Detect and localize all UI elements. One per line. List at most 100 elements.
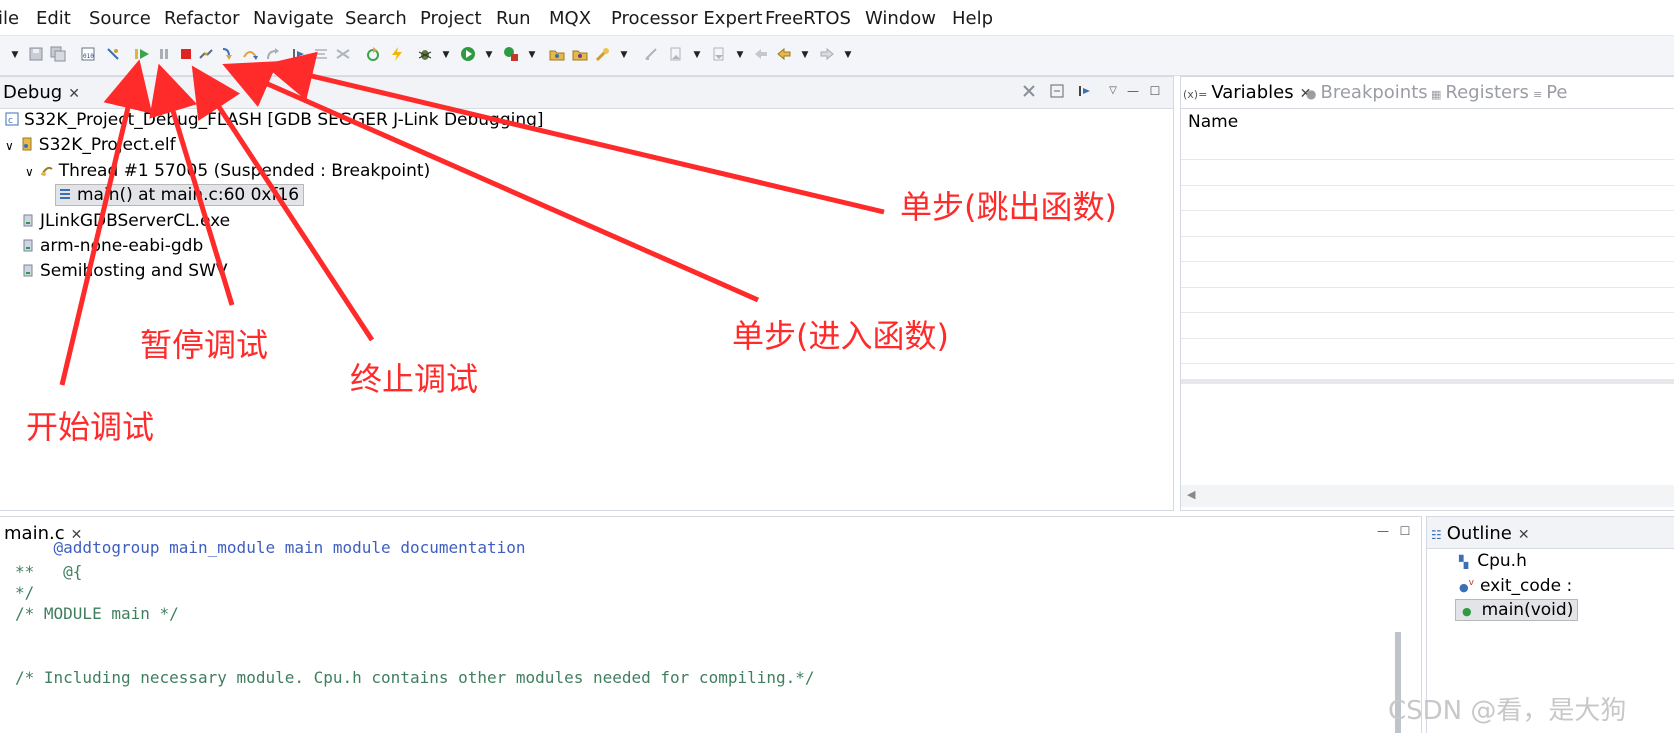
annotation-pause: 暂停调试 <box>140 326 269 364</box>
connect-icon[interactable] <box>104 46 122 64</box>
code-line[interactable]: @addtogroup main_module main module docu… <box>15 538 526 557</box>
maximize-icon[interactable]: ☐ <box>1397 523 1413 539</box>
tab-breakpoints[interactable]: ● Breakpoints <box>1306 82 1428 103</box>
memory-icon[interactable]: 010 <box>79 46 97 64</box>
elf-icon <box>22 137 32 151</box>
annotation-prev2-icon[interactable] <box>710 46 728 64</box>
restart-icon[interactable] <box>364 46 382 64</box>
csdn-watermark: CSDN @看，是大狗 <box>1388 696 1627 726</box>
launch-config-icon: c <box>5 112 19 126</box>
code-line[interactable]: ** @{ <box>15 562 82 581</box>
code-line[interactable]: /* Including necessary module. Cpu.h con… <box>15 668 815 687</box>
save-all-icon[interactable] <box>49 46 67 64</box>
elf-label: S32K_Project.elf <box>38 135 176 155</box>
forward-dropdown-icon[interactable]: ▼ <box>843 46 853 64</box>
tab-registers[interactable]: ▦ Registers <box>1431 82 1529 103</box>
process-node[interactable]: JLinkGDBServerCL.exe <box>21 211 230 231</box>
launch-node[interactable]: c S32K_Project_Debug_FLASH [GDB SEGGER J-… <box>5 110 544 130</box>
tab-variables[interactable]: (x)= Variables ✕ <box>1183 82 1311 103</box>
drop-to-frame-icon[interactable] <box>290 46 308 64</box>
process-icon <box>23 264 33 277</box>
tab-peripherals[interactable]: ≡ Pe <box>1533 82 1568 103</box>
process-node[interactable]: arm-none-eabi-gdb <box>21 236 203 256</box>
step-filter-icon[interactable] <box>334 46 352 64</box>
debug-icon[interactable] <box>416 46 434 64</box>
save-icon[interactable] <box>27 46 45 64</box>
resume-icon[interactable] <box>133 46 151 64</box>
annotation-step-into: 单步(进入函数) <box>732 317 949 355</box>
annotation-next-icon[interactable] <box>667 46 685 64</box>
tab-registers-label: Registers <box>1445 82 1529 103</box>
menu-project[interactable]: Project <box>420 8 482 29</box>
menu-edit[interactable]: Edit <box>36 8 71 29</box>
variables-icon: (x)= <box>1183 88 1208 101</box>
open-task-icon[interactable] <box>571 46 589 64</box>
annotation-prev-icon[interactable] <box>642 46 660 64</box>
code-line[interactable]: /* MODULE main */ <box>15 604 179 623</box>
search-icon[interactable] <box>594 46 612 64</box>
menu-source[interactable]: Source <box>89 8 151 29</box>
annotation-prev-dropdown-icon[interactable]: ▼ <box>735 46 745 64</box>
open-type-icon[interactable] <box>548 46 566 64</box>
instruction-stepping-icon[interactable] <box>312 46 330 64</box>
menu-processor-expert[interactable]: Processor Expert <box>611 8 762 29</box>
view-menu-icon[interactable]: ▽ <box>1105 83 1121 99</box>
process-node[interactable]: Semihosting and SWV <box>21 261 228 281</box>
menu-freertos[interactable]: FreeRTOS <box>765 8 851 29</box>
elf-node[interactable]: ∨ S32K_Project.elf <box>5 135 176 155</box>
thread-node[interactable]: ∨ Thread #1 57005 (Suspended : Breakpoint… <box>25 161 430 181</box>
tab-outline[interactable]: ☷ Outline ✕ <box>1431 523 1530 544</box>
selected-stack-frame[interactable]: main() at main.c:60 0xf16 <box>55 184 305 206</box>
step-into-selection-icon[interactable] <box>1077 83 1093 99</box>
last-edit-icon[interactable] <box>752 46 770 64</box>
menu-run[interactable]: Run <box>496 8 531 29</box>
scroll-left-icon[interactable]: ◀ <box>1187 488 1195 501</box>
outline-item[interactable]: ▚ Cpu.h <box>1459 551 1527 571</box>
selected-outline-item[interactable]: ● main(void) <box>1455 599 1579 621</box>
chevron-down-icon[interactable]: ∨ <box>25 165 34 179</box>
chevron-down-icon[interactable]: ∨ <box>5 139 14 153</box>
run-dropdown-icon[interactable]: ▼ <box>484 46 494 64</box>
menu-file[interactable]: ile <box>0 8 19 29</box>
external-tools-icon[interactable] <box>502 46 520 64</box>
menu-help[interactable]: Help <box>952 8 993 29</box>
step-over-icon[interactable] <box>241 46 259 64</box>
minimize-icon[interactable]: — <box>1375 523 1391 539</box>
details-sash[interactable] <box>1181 379 1674 384</box>
collapse-all-icon[interactable] <box>1049 83 1065 99</box>
menu-search[interactable]: Search <box>345 8 407 29</box>
debug-view-tab-row: Debug ✕ ▽ — ☐ <box>0 77 1173 109</box>
stack-frame-node[interactable]: main() at main.c:60 0xf16 <box>55 184 305 206</box>
menu-window[interactable]: Window <box>865 8 936 29</box>
flash-icon[interactable] <box>388 46 406 64</box>
back-icon[interactable] <box>775 46 793 64</box>
menu-refactor[interactable]: Refactor <box>164 8 240 29</box>
outline-item[interactable]: ●v exit_code : <box>1459 576 1572 596</box>
close-icon[interactable]: ✕ <box>1518 527 1530 543</box>
annotation-next-dropdown-icon[interactable]: ▼ <box>692 46 702 64</box>
suspend-icon[interactable] <box>155 46 173 64</box>
search-dropdown-icon[interactable]: ▼ <box>619 46 629 64</box>
step-return-icon[interactable] <box>263 46 281 64</box>
external-tools-dropdown-icon[interactable]: ▼ <box>527 46 537 64</box>
minimize-icon[interactable]: — <box>1125 83 1141 99</box>
tab-debug[interactable]: Debug ✕ <box>3 82 80 103</box>
column-header-name[interactable]: Name <box>1188 112 1238 132</box>
code-line[interactable]: */ <box>15 583 34 602</box>
horizontal-scrollbar[interactable]: ◀ <box>1181 485 1674 507</box>
debug-dropdown-icon[interactable]: ▼ <box>441 46 451 64</box>
forward-icon[interactable] <box>818 46 836 64</box>
menu-mqx[interactable]: MQX <box>549 8 591 29</box>
back-dropdown-icon[interactable]: ▼ <box>800 46 810 64</box>
menu-navigate[interactable]: Navigate <box>253 8 334 29</box>
view-menu-dropdown-icon[interactable]: ▼ <box>10 46 20 64</box>
disconnect-icon[interactable] <box>197 46 215 64</box>
terminate-icon[interactable] <box>177 46 195 64</box>
run-icon[interactable] <box>459 46 477 64</box>
remove-terminated-icon[interactable] <box>1021 83 1037 99</box>
outline-item[interactable]: ● main(void) <box>1455 599 1579 621</box>
step-into-icon[interactable] <box>219 46 237 64</box>
close-icon[interactable]: ✕ <box>68 86 80 102</box>
tab-peripherals-label: Pe <box>1546 82 1568 103</box>
maximize-icon[interactable]: ☐ <box>1147 83 1163 99</box>
